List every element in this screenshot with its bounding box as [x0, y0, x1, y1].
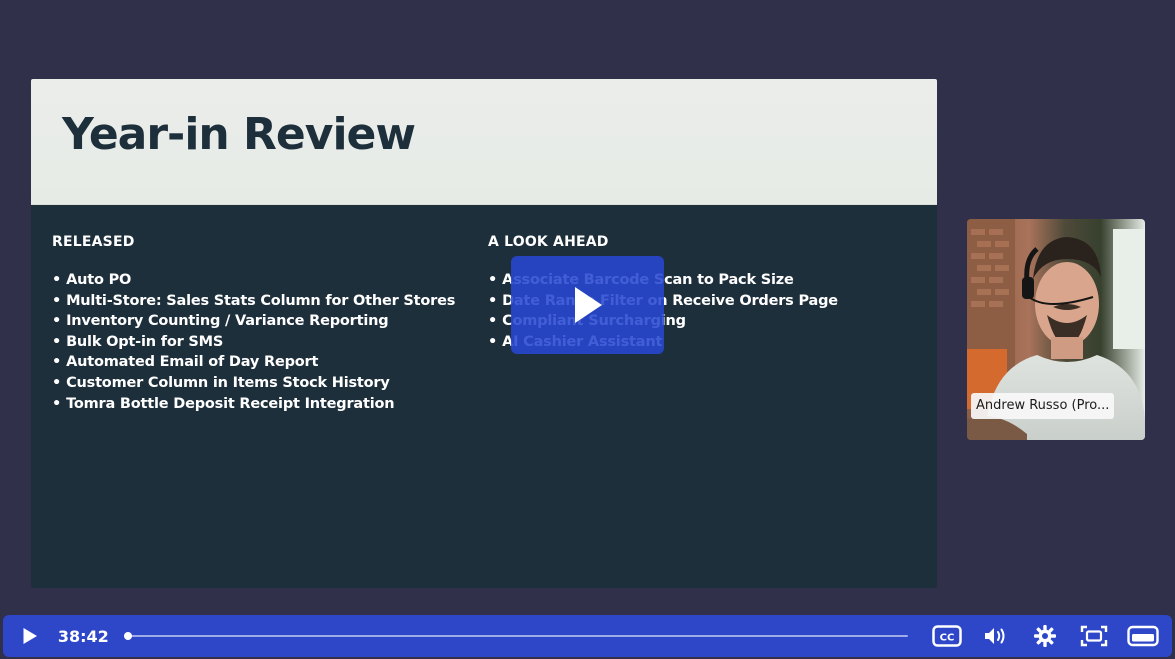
list-item: Auto PO — [52, 270, 482, 291]
presentation-slide: Year-in Review RELEASED Auto PO Multi-St… — [31, 79, 937, 588]
play-icon — [574, 287, 602, 323]
list-item: Multi-Store: Sales Stats Column for Othe… — [52, 291, 482, 312]
captions-button[interactable]: CC — [930, 621, 964, 651]
slide-title: Year-in Review — [62, 109, 416, 160]
slide-header: Year-in Review — [31, 79, 937, 205]
video-player[interactable]: Year-in Review RELEASED Auto PO Multi-St… — [0, 0, 1175, 659]
progress-scrubber[interactable] — [123, 632, 132, 640]
volume-button[interactable] — [979, 621, 1013, 651]
gear-icon — [1034, 625, 1056, 647]
closed-captions-icon: CC — [932, 625, 962, 647]
theater-mode-button[interactable] — [1077, 621, 1111, 651]
play-icon — [23, 628, 37, 644]
list-item: Inventory Counting / Variance Reporting — [52, 311, 482, 332]
list-item: Tomra Bottle Deposit Receipt Integration — [52, 394, 482, 415]
list-item: Bulk Opt-in for SMS — [52, 332, 482, 353]
volume-icon — [985, 628, 1005, 644]
fullscreen-icon — [1127, 625, 1159, 647]
released-list: Auto PO Multi-Store: Sales Stats Column … — [52, 270, 482, 414]
theater-mode-icon — [1080, 625, 1108, 647]
progress-track — [123, 635, 908, 637]
captions-label: CC — [940, 633, 955, 644]
released-heading: RELEASED — [52, 234, 135, 250]
participant-name-label: Andrew Russo (Pro... — [971, 393, 1115, 419]
settings-button[interactable] — [1028, 621, 1062, 651]
fullscreen-button[interactable] — [1126, 621, 1160, 651]
list-item: Customer Column in Items Stock History — [52, 373, 482, 394]
webcam-tile: Andrew Russo (Pro... — [967, 219, 1145, 440]
look-ahead-heading: A LOOK AHEAD — [488, 234, 609, 250]
progress-bar[interactable] — [123, 629, 908, 643]
center-play-button[interactable] — [511, 256, 664, 354]
player-control-bar: 38:42 CC — [3, 615, 1172, 657]
play-button[interactable] — [17, 621, 43, 651]
released-column: RELEASED Auto PO Multi-Store: Sales Stat… — [52, 234, 482, 414]
list-item: Automated Email of Day Report — [52, 352, 482, 373]
current-time: 38:42 — [57, 626, 109, 646]
